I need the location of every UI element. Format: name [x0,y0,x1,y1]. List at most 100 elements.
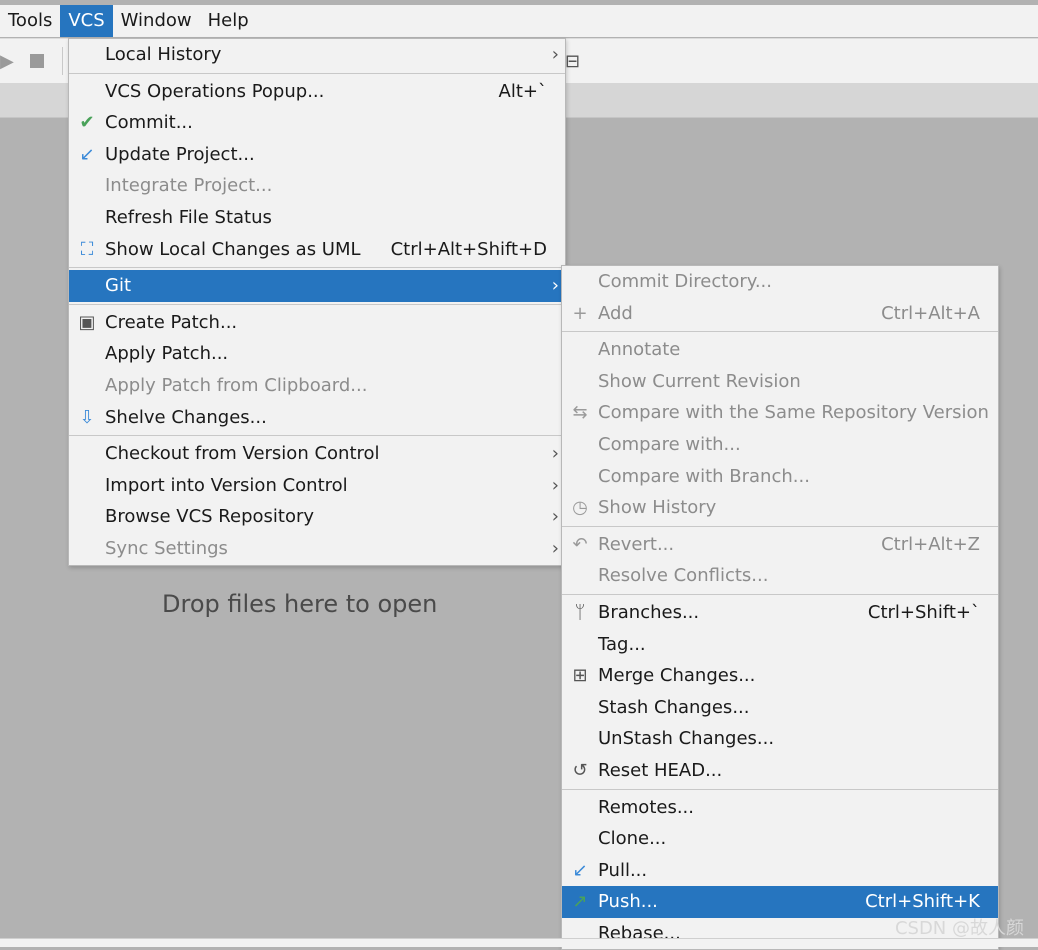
menu-item-label: VCS Operations Popup... [105,80,325,102]
menu-item-pull[interactable]: ↙ Pull... [562,855,998,887]
menu-item-label: UnStash Changes... [598,728,775,750]
shortcut-label: Ctrl+Alt+Z [881,533,980,555]
shortcut-label: Alt+` [498,80,547,102]
menu-item-label: Browse VCS Repository [105,506,315,528]
menu-item-label: Import into Version Control [105,474,348,496]
menu-item-label: Show Current Revision [598,370,801,392]
menu-item-label: Branches... [598,601,700,623]
menu-item-sync-settings[interactable]: Sync Settings › [69,533,565,565]
menu-separator [69,267,565,269]
checkmark-icon: ✔ [79,112,95,134]
chevron-right-icon: › [551,44,559,65]
menu-item-apply-patch[interactable]: Apply Patch... [69,338,565,370]
menu-item-label: Reset HEAD... [598,759,723,781]
menu-item-clone[interactable]: Clone... [562,823,998,855]
merge-icon: ⊞ [572,665,588,687]
menu-item-shelve-changes[interactable]: ⇩ Shelve Changes... [69,402,565,434]
menu-item-commit[interactable]: ✔ Commit... [69,107,565,139]
menu-item-label: Remotes... [598,796,694,818]
plus-icon: + [572,302,588,324]
menu-item-label: Clone... [598,828,667,850]
shortcut-label: Ctrl+Shift+` [867,601,980,623]
menu-item-label: Compare with... [598,433,741,455]
menu-item-resolve-conflicts[interactable]: Resolve Conflicts... [562,560,998,592]
menu-item-label: Merge Changes... [598,665,756,687]
menu-item-add[interactable]: + Add Ctrl+Alt+A [562,298,998,330]
menu-item-label: Apply Patch from Clipboard... [105,374,368,396]
menu-separator [69,72,565,74]
chevron-right-icon: › [551,443,559,465]
menu-item-label: Checkout from Version Control [105,443,380,465]
menu-item-tag[interactable]: Tag... [562,629,998,661]
menu-item-local-history[interactable]: Local History › [69,39,565,71]
menu-item-show-history[interactable]: ◷ Show History [562,492,998,524]
toolbar-separator [62,47,63,75]
menu-help[interactable]: Help [200,5,257,37]
branch-icon: ᛘ [574,601,586,623]
menu-item-show-current-revision[interactable]: Show Current Revision [562,366,998,398]
menu-item-label: Commit... [105,112,193,134]
menu-separator [69,303,565,305]
menu-item-label: Apply Patch... [105,343,229,365]
structure-icon[interactable]: ⊟ [565,51,580,72]
menu-item-label: Show History [598,497,717,519]
git-submenu: Commit Directory... + Add Ctrl+Alt+A Annotat… [561,265,999,950]
chevron-right-icon: › [551,474,559,496]
menu-item-show-local-changes-as-uml[interactable]: ⛶ Show Local Changes as UML Ctrl+Alt+Shift… [69,234,565,266]
menu-vcs[interactable]: VCS [60,5,113,37]
reset-icon: ↺ [572,759,588,781]
menu-item-label: Annotate [598,339,681,361]
stop-icon[interactable] [30,54,44,68]
menu-item-revert[interactable]: ↶ Revert... Ctrl+Alt+Z [562,529,998,561]
menu-separator [562,525,998,527]
chevron-right-icon: › [551,506,559,528]
menu-item-label: Show Local Changes as UML [105,238,361,260]
menu-item-git[interactable]: Git › [69,270,565,302]
menu-item-label: Shelve Changes... [105,406,267,428]
menu-item-reset-head[interactable]: ↺ Reset HEAD... [562,755,998,787]
menu-item-label: Local History [105,44,222,65]
menu-item-label: Update Project... [105,143,255,165]
menu-item-refresh-file-status[interactable]: Refresh File Status [69,202,565,234]
menu-item-label: Create Patch... [105,311,238,333]
pull-arrow-icon: ↙ [572,859,588,881]
clock-icon: ◷ [572,497,588,519]
menu-separator [562,788,998,790]
menu-item-unstash-changes[interactable]: UnStash Changes... [562,723,998,755]
run-icon[interactable]: ▶ [0,51,14,72]
menu-item-integrate-project[interactable]: Integrate Project... [69,170,565,202]
menu-item-remotes[interactable]: Remotes... [562,792,998,824]
menu-item-annotate[interactable]: Annotate [562,334,998,366]
menu-item-label: Sync Settings [105,537,228,559]
menu-item-update-project[interactable]: ↙ Update Project... [69,139,565,171]
watermark: CSDN @故人颜 [894,918,1024,939]
menu-item-label: Commit Directory... [598,271,772,292]
menu-item-compare-with[interactable]: Compare with... [562,429,998,461]
shortcut-label: Ctrl+Alt+A [881,302,980,324]
menu-item-label: Tag... [598,633,646,655]
update-arrow-icon: ↙ [79,143,95,165]
menu-item-create-patch[interactable]: ▣ Create Patch... [69,307,565,339]
compare-arrows-icon: ⇆ [572,402,588,424]
menu-item-label: Add [598,302,633,324]
chevron-right-icon: › [551,275,559,297]
menu-tools[interactable]: Tools [0,5,60,37]
menu-item-label: Push... [598,891,658,913]
menu-item-apply-patch-from-clipboard[interactable]: Apply Patch from Clipboard... [69,370,565,402]
menu-item-vcs-operations-popup[interactable]: VCS Operations Popup... Alt+` [69,76,565,108]
menu-item-import-into-version-control[interactable]: Import into Version Control › [69,470,565,502]
menu-item-merge-changes[interactable]: ⊞ Merge Changes... [562,660,998,692]
menu-item-checkout-from-version-control[interactable]: Checkout from Version Control › [69,438,565,470]
menu-item-browse-vcs-repository[interactable]: Browse VCS Repository › [69,501,565,533]
menu-item-commit-directory[interactable]: Commit Directory... [562,266,998,298]
menu-item-compare-with-the-same-repository-version[interactable]: ⇆ Compare with the Same Repository Versio… [562,397,998,429]
menu-bar: Tools VCS Window Help [0,5,1038,37]
menu-separator [69,435,565,437]
menu-item-label: Integrate Project... [105,175,273,197]
push-arrow-icon: ↗ [572,891,588,913]
menu-item-branches[interactable]: ᛘ Branches... Ctrl+Shift+` [562,597,998,629]
menu-item-compare-with-branch[interactable]: Compare with Branch... [562,461,998,493]
menu-window[interactable]: Window [113,5,200,37]
shelve-icon: ⇩ [79,406,95,428]
menu-item-stash-changes[interactable]: Stash Changes... [562,692,998,724]
